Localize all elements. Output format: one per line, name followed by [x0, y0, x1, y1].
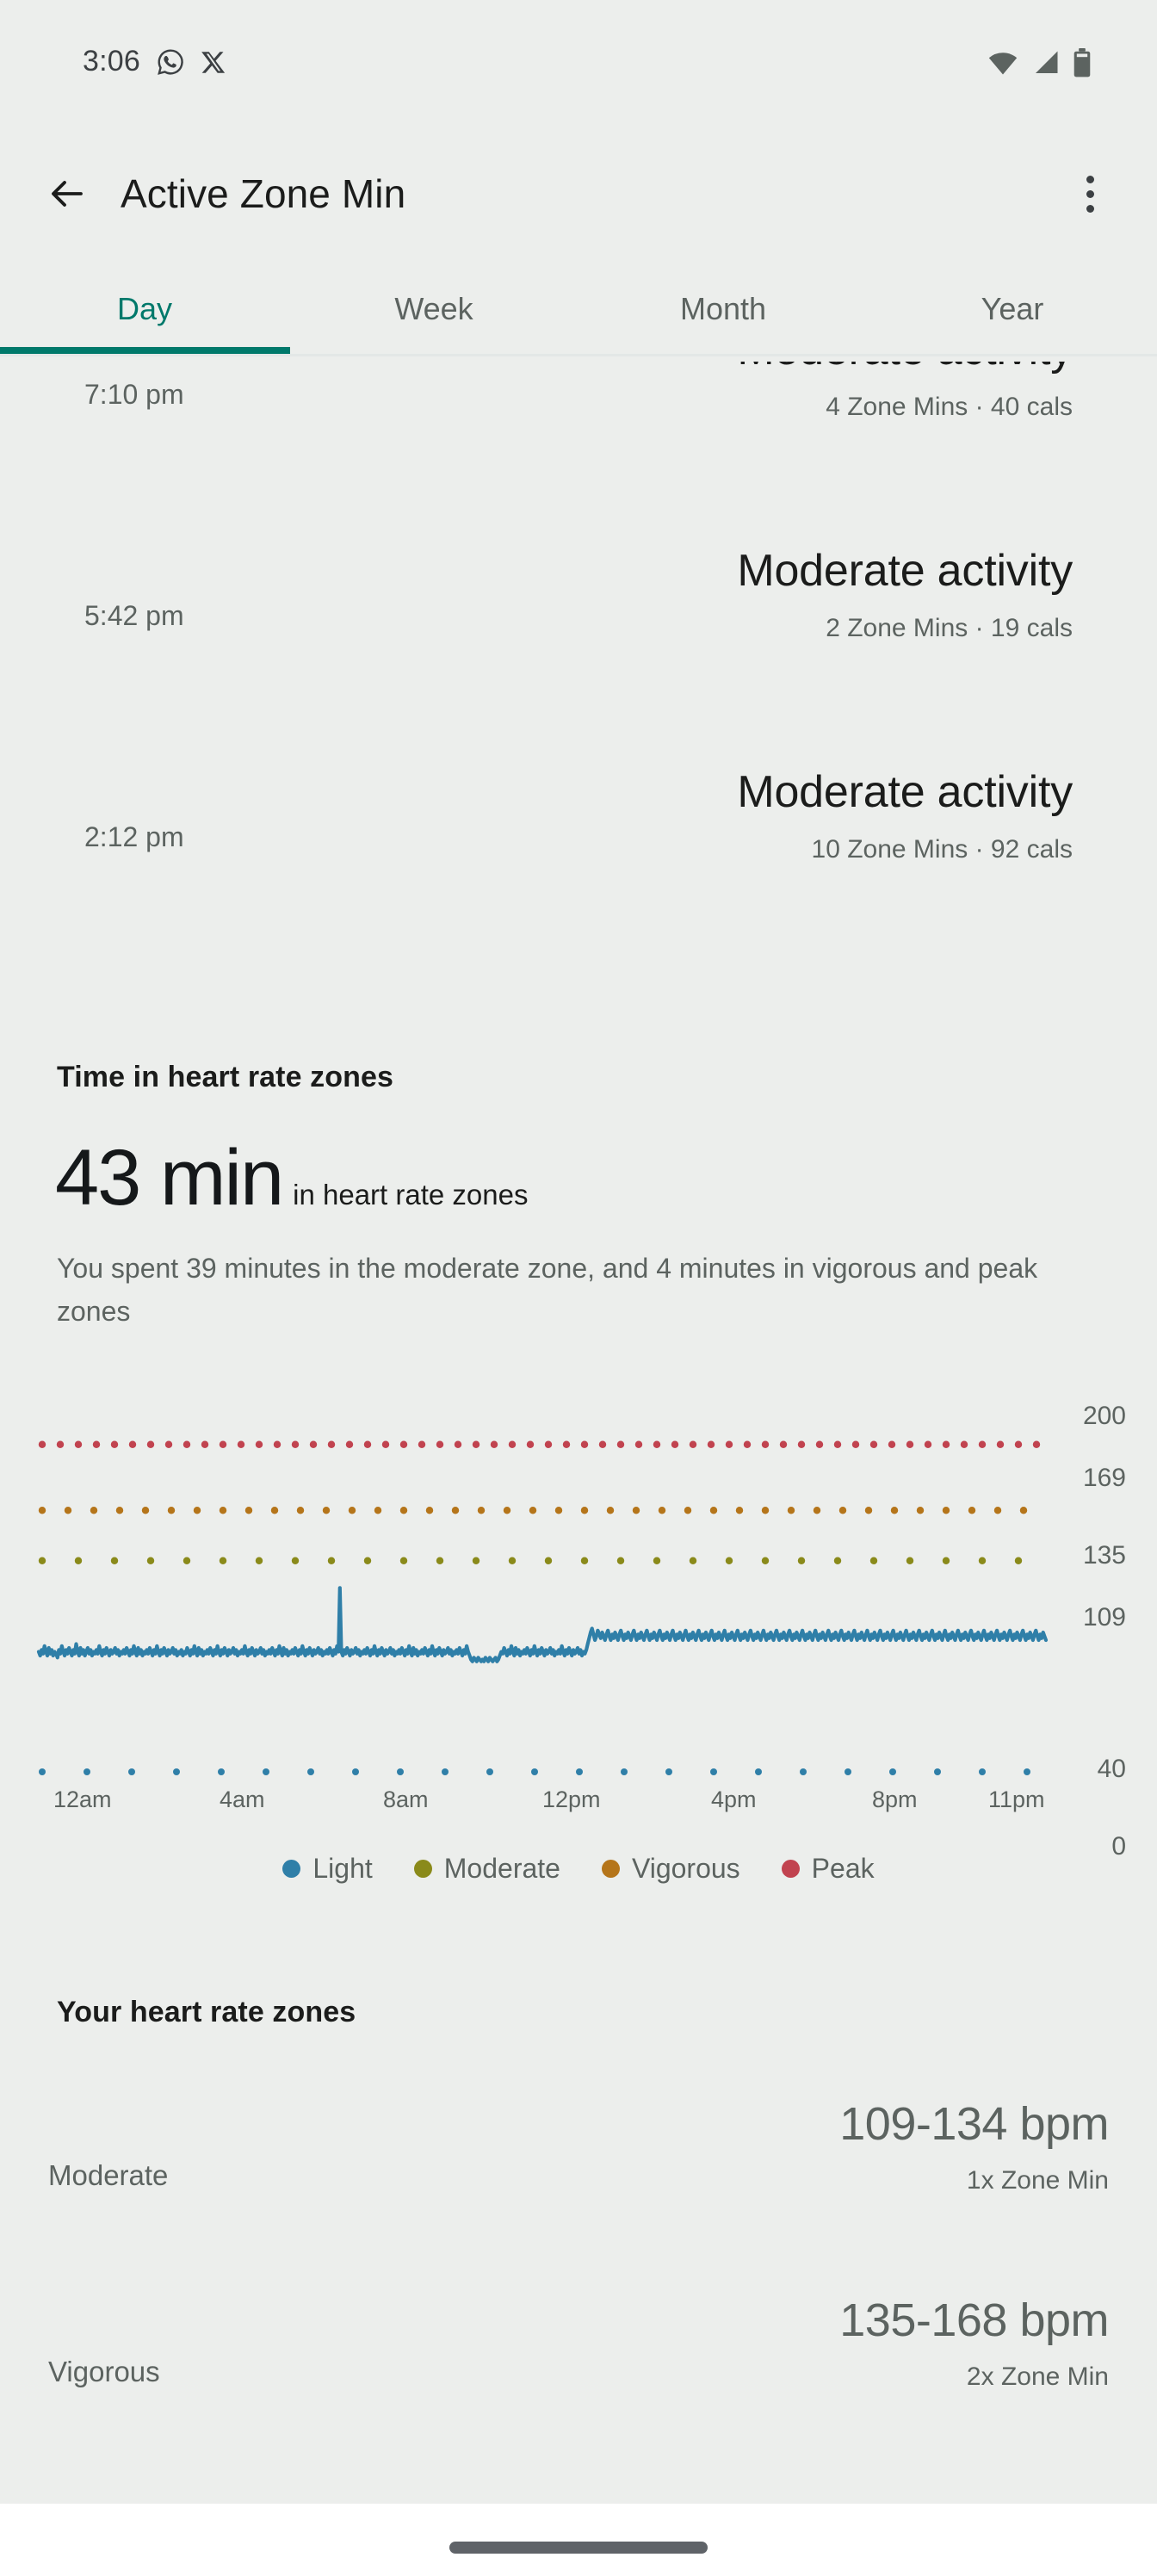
- hr-zone-multiplier: 1x Zone Min: [967, 2166, 1109, 2195]
- overflow-menu-icon: [1086, 176, 1094, 183]
- legend-dot-icon: [602, 1860, 620, 1878]
- tab-active-indicator: [0, 347, 290, 354]
- heart-rate-chart[interactable]: [0, 1360, 1157, 1842]
- cell-signal-icon: [1031, 50, 1061, 76]
- hr-zone-multiplier: 2x Zone Min: [967, 2362, 1109, 2392]
- home-gesture-pill[interactable]: [449, 2542, 708, 2554]
- period-tabs: Day Week Month Year: [0, 284, 1157, 355]
- legend-label: Moderate: [444, 1853, 560, 1885]
- tab-day[interactable]: Day: [0, 284, 289, 355]
- y-tick-169: 169: [1083, 1464, 1126, 1493]
- back-button[interactable]: [36, 163, 98, 225]
- legend-item-peak: Peak: [782, 1853, 875, 1885]
- time-in-zones-unit: in heart rate zones: [293, 1179, 528, 1211]
- list-item[interactable]: 5:42 pm Moderate activity 2 Zone Mins · …: [0, 521, 1157, 733]
- page-title: Active Zone Min: [121, 163, 405, 225]
- x-twitter-icon: [201, 49, 226, 75]
- app-bar: Active Zone Min: [0, 142, 1157, 245]
- hr-zone-range: 109-134 bpm: [839, 2097, 1109, 2151]
- activity-time: 5:42 pm: [84, 600, 184, 632]
- hr-zone-name: Vigorous: [48, 2356, 160, 2388]
- app-screen: 3:06: [0, 0, 1157, 2576]
- hr-zone-name: Moderate: [48, 2159, 168, 2192]
- wifi-icon: [987, 50, 1019, 76]
- activity-title: Moderate activity: [737, 766, 1073, 818]
- legend-dot-icon: [282, 1860, 300, 1878]
- activity-detail: 10 Zone Mins · 92 cals: [812, 835, 1073, 864]
- activity-time: 7:10 pm: [84, 379, 184, 411]
- overflow-menu-button[interactable]: [1059, 163, 1121, 225]
- y-tick-135: 135: [1083, 1541, 1126, 1570]
- status-bar: 3:06: [0, 0, 1157, 83]
- time-in-zones-description: You spent 39 minutes in the moderate zon…: [57, 1247, 1081, 1333]
- activity-title: Moderate activity: [737, 545, 1073, 597]
- status-clock: 3:06: [83, 45, 140, 78]
- list-item[interactable]: 7:10 pm Moderate activity 4 Zone Mins · …: [0, 362, 1157, 511]
- activity-detail: 2 Zone Mins · 19 cals: [826, 614, 1073, 643]
- hr-zone-range: 135-168 bpm: [839, 2294, 1109, 2347]
- back-arrow-icon: [46, 173, 88, 214]
- status-bar-left: 3:06: [83, 45, 226, 78]
- tab-week[interactable]: Week: [289, 284, 578, 355]
- x-tick-11pm: 11pm: [988, 1786, 1045, 1813]
- y-tick-40: 40: [1098, 1755, 1126, 1784]
- whatsapp-icon: [156, 47, 185, 77]
- activity-title: Moderate activity: [737, 362, 1073, 375]
- legend-item-moderate: Moderate: [414, 1853, 560, 1885]
- legend-dot-icon: [782, 1860, 800, 1878]
- overflow-menu-icon: [1086, 190, 1094, 198]
- time-in-zones-stat: 43 min in heart rate zones: [55, 1138, 528, 1217]
- x-tick-12pm: 12pm: [542, 1786, 601, 1813]
- tab-month[interactable]: Month: [578, 284, 868, 355]
- heart-rate-chart-svg: [0, 1360, 1119, 1791]
- chart-legend: Light Moderate Vigorous Peak: [0, 1853, 1157, 1885]
- legend-label: Vigorous: [632, 1853, 740, 1885]
- hr-zone-row-moderate[interactable]: Moderate 109-134 bpm 1x Zone Min: [0, 2077, 1157, 2280]
- x-tick-4am: 4am: [220, 1786, 265, 1813]
- activity-time: 2:12 pm: [84, 821, 184, 853]
- y-tick-109: 109: [1083, 1603, 1126, 1632]
- activity-detail: 4 Zone Mins · 40 cals: [826, 393, 1073, 422]
- legend-label: Light: [312, 1853, 372, 1885]
- legend-label: Peak: [812, 1853, 875, 1885]
- y-tick-200: 200: [1083, 1402, 1126, 1431]
- tabs-divider: [0, 354, 1157, 356]
- legend-item-vigorous: Vigorous: [602, 1853, 740, 1885]
- battery-icon: [1073, 48, 1092, 77]
- activity-list[interactable]: 7:10 pm Moderate activity 4 Zone Mins · …: [0, 362, 1157, 990]
- overflow-menu-icon: [1086, 205, 1094, 213]
- x-tick-12am: 12am: [53, 1786, 112, 1813]
- hr-zone-row-vigorous[interactable]: Vigorous 135-168 bpm 2x Zone Min: [0, 2273, 1157, 2476]
- legend-dot-icon: [414, 1860, 432, 1878]
- legend-item-light: Light: [282, 1853, 372, 1885]
- hr-zones-heading: Your heart rate zones: [57, 1996, 356, 2029]
- status-bar-right: [987, 48, 1092, 77]
- time-in-zones-heading: Time in heart rate zones: [57, 1061, 393, 1094]
- list-item[interactable]: 2:12 pm Moderate activity 10 Zone Mins ·…: [0, 742, 1157, 954]
- x-tick-8pm: 8pm: [872, 1786, 918, 1813]
- x-tick-4pm: 4pm: [711, 1786, 757, 1813]
- system-navigation-bar: [0, 2504, 1157, 2576]
- x-tick-8am: 8am: [383, 1786, 429, 1813]
- tab-year[interactable]: Year: [868, 284, 1157, 355]
- time-in-zones-value: 43 min: [55, 1138, 282, 1217]
